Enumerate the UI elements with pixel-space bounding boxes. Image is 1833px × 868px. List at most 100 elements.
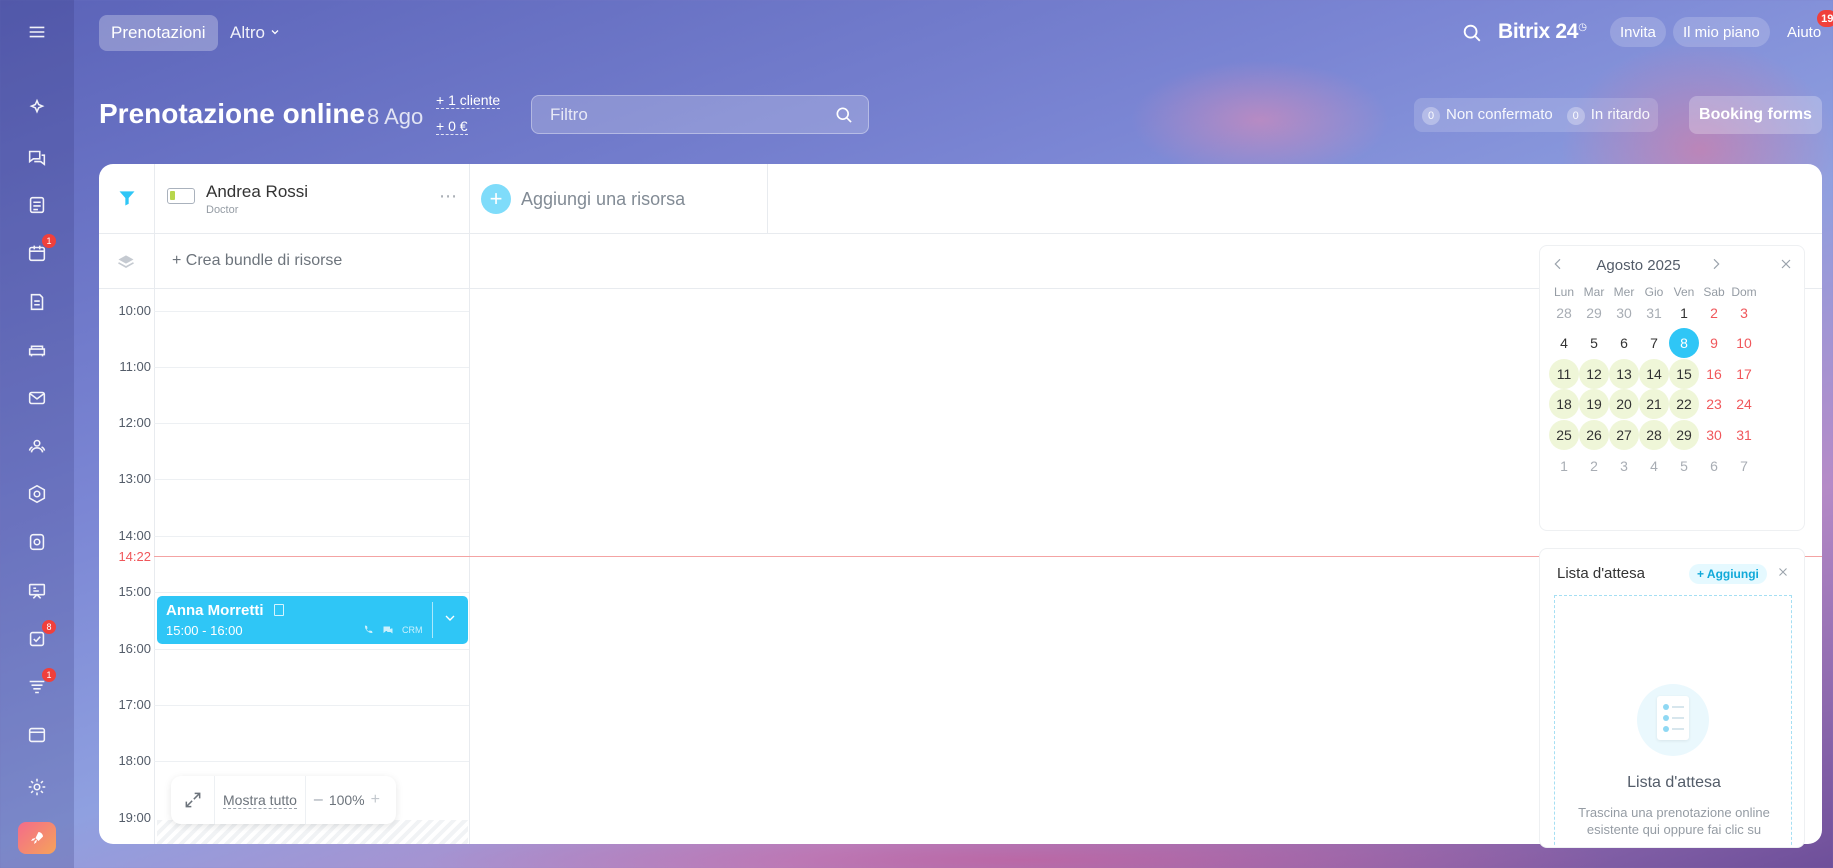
calendar-day[interactable]: 5 bbox=[1669, 451, 1699, 481]
stat-amount[interactable]: + 0 € bbox=[436, 118, 468, 135]
calendar-day[interactable]: 12 bbox=[1579, 359, 1609, 389]
calendar-day[interactable]: 6 bbox=[1699, 451, 1729, 481]
time-label: 15:00 bbox=[118, 584, 151, 599]
calendar-day[interactable]: 22 bbox=[1669, 389, 1699, 419]
calendar-day[interactable]: 7 bbox=[1729, 451, 1759, 481]
rail-item-chat[interactable] bbox=[22, 142, 52, 172]
rail-item-sites[interactable] bbox=[22, 720, 52, 750]
filter-box[interactable] bbox=[531, 95, 869, 134]
waitlist-add-button[interactable]: + Aggiungi bbox=[1689, 564, 1767, 584]
add-resource-button[interactable]: + Aggiungi una risorsa bbox=[481, 184, 685, 214]
calendar-day[interactable]: 11 bbox=[1549, 359, 1579, 389]
calendar-day[interactable]: 29 bbox=[1669, 420, 1699, 450]
rail-item-tasks[interactable]: 8 bbox=[22, 620, 56, 654]
resource-name[interactable]: Andrea Rossi bbox=[206, 182, 308, 202]
booking-card[interactable]: Anna Morretti 15:00 - 16:00 CRM bbox=[157, 596, 468, 644]
hamburger-icon[interactable] bbox=[22, 17, 52, 47]
rail-item-booking[interactable] bbox=[22, 335, 52, 365]
column-divider bbox=[767, 164, 768, 234]
tab-altro[interactable]: Altro bbox=[230, 15, 281, 51]
calendar-day[interactable]: 29 bbox=[1579, 298, 1609, 328]
crm-label[interactable]: CRM bbox=[402, 625, 423, 635]
invite-button[interactable]: Invita bbox=[1610, 17, 1666, 47]
calendar-day[interactable]: 24 bbox=[1729, 389, 1759, 419]
chevron-down-icon[interactable] bbox=[442, 610, 458, 626]
chevron-right-icon[interactable] bbox=[1708, 256, 1726, 274]
calendar-day[interactable]: 6 bbox=[1609, 328, 1639, 358]
stat-clients[interactable]: + 1 cliente bbox=[436, 92, 501, 109]
zoom-in-button[interactable]: + bbox=[371, 791, 380, 809]
calendar-day[interactable]: 31 bbox=[1729, 420, 1759, 450]
calendar-day[interactable]: 4 bbox=[1549, 328, 1579, 358]
filter-input[interactable] bbox=[550, 104, 820, 126]
rocket-icon[interactable] bbox=[18, 822, 56, 854]
phone-icon[interactable] bbox=[362, 624, 374, 636]
status-counters: 0 Non confermato 0 In ritardo bbox=[1414, 98, 1658, 132]
grid-line bbox=[154, 649, 469, 650]
calendar-day[interactable]: 31 bbox=[1639, 298, 1669, 328]
search-icon[interactable] bbox=[1461, 22, 1483, 44]
calendar-day[interactable]: 19 bbox=[1579, 389, 1609, 419]
rail-item-storage[interactable] bbox=[22, 527, 52, 557]
calendar-day[interactable]: 17 bbox=[1729, 359, 1759, 389]
calendar-day[interactable]: 3 bbox=[1609, 451, 1639, 481]
create-bundle-link[interactable]: + Crea bundle di risorse bbox=[172, 252, 342, 270]
calendar-day[interactable]: 28 bbox=[1549, 298, 1579, 328]
calendar-day[interactable]: 15 bbox=[1669, 359, 1699, 389]
calendar-day[interactable]: 8 bbox=[1669, 328, 1699, 358]
expand-icon[interactable] bbox=[171, 776, 215, 824]
calendar-day[interactable]: 5 bbox=[1579, 328, 1609, 358]
collapse-icon[interactable] bbox=[1778, 256, 1796, 274]
calendar-day[interactable]: 4 bbox=[1639, 451, 1669, 481]
booking-forms-button[interactable]: Booking forms bbox=[1689, 96, 1822, 134]
funnel-icon[interactable] bbox=[117, 188, 137, 208]
rail-item-crm[interactable] bbox=[22, 479, 52, 509]
calendar-day[interactable]: 7 bbox=[1639, 328, 1669, 358]
unconfirmed-filter[interactable]: 0 Non confermato bbox=[1422, 106, 1553, 125]
zoom-out-button[interactable]: – bbox=[314, 791, 323, 809]
calendar-day[interactable]: 9 bbox=[1699, 328, 1729, 358]
booking-client-name[interactable]: Anna Morretti bbox=[166, 602, 264, 619]
rail-item-ai[interactable] bbox=[22, 93, 52, 123]
search-icon[interactable] bbox=[834, 105, 854, 125]
board-icon bbox=[28, 583, 46, 599]
calendar-day[interactable]: 21 bbox=[1639, 389, 1669, 419]
brand-logo[interactable]: Bitrix 24◷ bbox=[1498, 20, 1587, 44]
calendar-day[interactable]: 26 bbox=[1579, 420, 1609, 450]
my-plan-button[interactable]: Il mio piano bbox=[1673, 17, 1770, 47]
calendar-day[interactable]: 27 bbox=[1609, 420, 1639, 450]
calendar-day[interactable]: 10 bbox=[1729, 328, 1759, 358]
calendar-day[interactable]: 1 bbox=[1669, 298, 1699, 328]
rail-item-contacts[interactable] bbox=[22, 431, 52, 461]
tab-prenotazioni[interactable]: Prenotazioni bbox=[99, 15, 218, 51]
close-icon[interactable] bbox=[1776, 565, 1792, 581]
calendar-day[interactable]: 16 bbox=[1699, 359, 1729, 389]
rail-item-reports[interactable] bbox=[22, 576, 52, 606]
rail-item-automation[interactable]: 1 bbox=[22, 668, 56, 702]
rail-item-calendar[interactable]: 1 bbox=[22, 234, 56, 268]
late-filter[interactable]: 0 In ritardo bbox=[1566, 106, 1650, 125]
rail-item-documents[interactable] bbox=[22, 287, 52, 317]
calendar-day[interactable]: 20 bbox=[1609, 389, 1639, 419]
calendar-day[interactable]: 25 bbox=[1549, 420, 1579, 450]
calendar-day[interactable]: 28 bbox=[1639, 420, 1669, 450]
more-icon[interactable]: ⋯ bbox=[439, 186, 458, 207]
calendar-day[interactable]: 1 bbox=[1549, 451, 1579, 481]
calendar-day[interactable]: 30 bbox=[1609, 298, 1639, 328]
gear-icon[interactable] bbox=[22, 772, 52, 802]
calendar-day[interactable]: 3 bbox=[1729, 298, 1759, 328]
chat-icon[interactable] bbox=[382, 624, 394, 636]
help-button[interactable]: Aiuto 19 bbox=[1777, 10, 1833, 47]
calendar-day[interactable]: 2 bbox=[1579, 451, 1609, 481]
ai-icon bbox=[29, 98, 45, 114]
rail-item-mail[interactable] bbox=[22, 383, 52, 413]
calendar-day[interactable]: 23 bbox=[1699, 389, 1729, 419]
calendar-day[interactable]: 13 bbox=[1609, 359, 1639, 389]
calendar-day[interactable]: 14 bbox=[1639, 359, 1669, 389]
calendar-day[interactable]: 2 bbox=[1699, 298, 1729, 328]
calendar-day[interactable]: 18 bbox=[1549, 389, 1579, 419]
waitlist-dropzone[interactable]: Lista d'attesa Trascina una prenotazione… bbox=[1554, 595, 1792, 847]
rail-item-feed[interactable] bbox=[22, 190, 52, 220]
show-all-link[interactable]: Mostra tutto bbox=[223, 792, 297, 809]
calendar-day[interactable]: 30 bbox=[1699, 420, 1729, 450]
